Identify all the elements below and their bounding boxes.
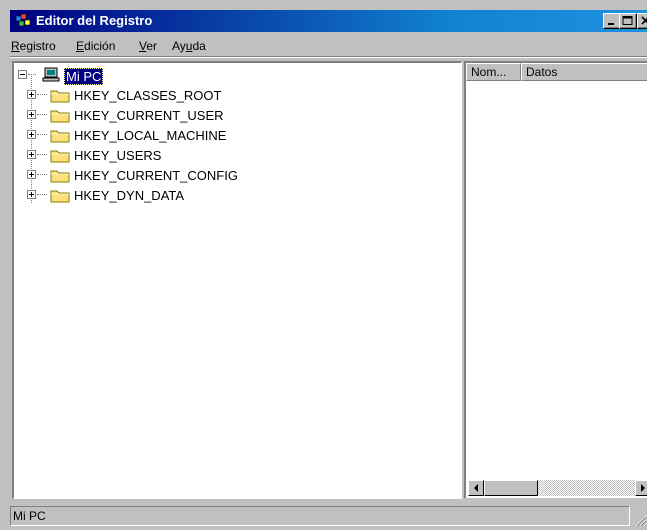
tree-node-mi-pc[interactable]: Mi PC	[18, 66, 138, 86]
menu-registro[interactable]: Registro	[11, 39, 56, 53]
tree-label-hkey-current-user: HKEY_CURRENT_USER	[74, 108, 224, 123]
expand-icon[interactable]	[27, 150, 36, 159]
folder-icon	[50, 168, 70, 183]
folder-icon	[50, 108, 70, 123]
folder-icon	[50, 88, 70, 103]
column-header-data[interactable]: Datos	[521, 63, 647, 81]
menu-ayuda-prefix: Ay	[172, 39, 186, 53]
values-list-pane[interactable]: Nom... Datos	[464, 61, 647, 498]
tree-node-hkey-local-machine[interactable]: HKEY_LOCAL_MACHINE	[18, 126, 278, 146]
status-bar: Mi PC	[10, 504, 647, 528]
menu-edicion-mnemonic: E	[76, 39, 85, 53]
scroll-right-button[interactable]	[635, 480, 647, 496]
scroll-left-button[interactable]	[468, 480, 484, 496]
folder-icon	[50, 128, 70, 143]
folder-icon	[50, 188, 70, 203]
scroll-thumb[interactable]	[484, 480, 538, 496]
tree-dash	[37, 114, 47, 115]
window-title: Editor del Registro	[36, 13, 153, 28]
expand-icon[interactable]	[27, 170, 36, 179]
registry-editor-app-icon[interactable]	[14, 13, 32, 29]
registry-editor-window: Editor del Registro Registro Edición Ver…	[0, 0, 647, 528]
menu-separator	[10, 56, 647, 58]
expand-icon[interactable]	[27, 130, 36, 139]
expand-icon[interactable]	[27, 190, 36, 199]
registry-tree-pane[interactable]: Mi PC HKEY_CLASSES_ROOT HKEY_CURRENT_USE…	[12, 61, 462, 499]
scroll-track[interactable]	[538, 480, 635, 496]
menu-registro-mnemonic: R	[11, 39, 20, 53]
tree-label-hkey-current-config: HKEY_CURRENT_CONFIG	[74, 168, 238, 183]
menu-ver[interactable]: Ver	[139, 39, 157, 53]
tree-dash	[28, 74, 36, 75]
resize-grip-icon[interactable]	[634, 514, 647, 527]
menu-edicion-label: dición	[84, 39, 116, 53]
tree-dash	[37, 134, 47, 135]
expand-icon[interactable]	[27, 110, 36, 119]
column-header-name[interactable]: Nom...	[466, 63, 521, 81]
tree-node-hkey-users[interactable]: HKEY_USERS	[18, 146, 278, 166]
menu-bar: Registro Edición Ver Ayuda	[10, 35, 647, 55]
tree-dash	[37, 154, 47, 155]
tree-label-hkey-dyn-data: HKEY_DYN_DATA	[74, 188, 185, 203]
maximize-button[interactable]	[619, 13, 637, 29]
tree-node-hkey-dyn-data[interactable]: HKEY_DYN_DATA	[18, 186, 278, 206]
expand-icon[interactable]	[27, 90, 36, 99]
tree-dash	[37, 194, 47, 195]
tree-label-hkey-local-machine: HKEY_LOCAL_MACHINE	[74, 128, 227, 143]
tree-dash	[37, 94, 47, 95]
tree-node-hkey-current-config[interactable]: HKEY_CURRENT_CONFIG	[18, 166, 278, 186]
tree-label-hkey-classes-root: HKEY_CLASSES_ROOT	[74, 88, 222, 103]
collapse-icon[interactable]	[18, 70, 27, 79]
tree-label-hkey-users: HKEY_USERS	[74, 148, 162, 163]
tree-node-hkey-current-user[interactable]: HKEY_CURRENT_USER	[18, 106, 278, 126]
folder-icon	[50, 148, 70, 163]
computer-icon	[42, 67, 62, 82]
menu-ayuda-label: da	[192, 39, 206, 53]
menu-ayuda[interactable]: Ayuda	[172, 39, 206, 53]
title-bar[interactable]: Editor del Registro	[10, 10, 647, 32]
tree-dash	[37, 174, 47, 175]
horizontal-scrollbar[interactable]	[468, 480, 647, 496]
close-button[interactable]	[637, 13, 647, 29]
menu-edicion[interactable]: Edición	[76, 39, 115, 53]
menu-ver-label: er	[146, 39, 158, 53]
tree-label-mi-pc: Mi PC	[64, 68, 104, 85]
menu-registro-label: egistro	[19, 39, 56, 53]
status-text: Mi PC	[10, 506, 630, 526]
tree-node-hkey-classes-root[interactable]: HKEY_CLASSES_ROOT	[18, 86, 278, 106]
